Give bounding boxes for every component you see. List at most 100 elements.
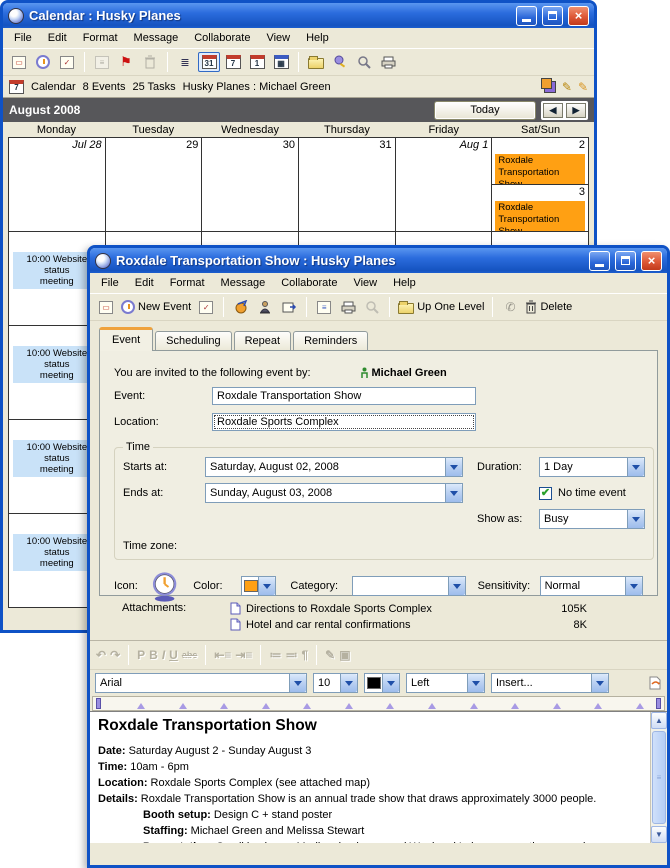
tab-stop-marker[interactable] xyxy=(262,703,270,709)
multi-week-view-button[interactable]: ▦ xyxy=(270,52,292,72)
category-combobox[interactable] xyxy=(352,576,465,596)
edit-pencil-icon[interactable]: ✎ xyxy=(562,80,572,94)
duration-combobox[interactable]: 1 Day xyxy=(539,457,645,477)
chevron-down-icon[interactable] xyxy=(445,484,462,502)
day-view-button[interactable]: 1 xyxy=(246,52,268,72)
chevron-down-icon[interactable] xyxy=(627,510,644,528)
tab-stop-marker[interactable] xyxy=(386,703,394,709)
chevron-down-icon[interactable] xyxy=(340,674,357,692)
tab-stop-marker[interactable] xyxy=(553,703,561,709)
new-task-icon[interactable]: ✓ xyxy=(56,52,78,72)
chevron-down-icon[interactable] xyxy=(467,674,484,692)
reply-icon[interactable] xyxy=(230,297,252,317)
chevron-down-icon[interactable] xyxy=(591,674,608,692)
show-as-combobox[interactable]: Busy xyxy=(539,509,645,529)
up-one-level-button[interactable]: Up One Level xyxy=(396,297,486,317)
message-body-editor[interactable]: Roxdale Transportation Show Date: Saturd… xyxy=(90,711,667,843)
forward-icon[interactable] xyxy=(278,297,300,317)
day-cell-aug1[interactable]: Aug 1 xyxy=(396,138,493,232)
font-size-combobox[interactable]: 10 xyxy=(313,673,358,693)
day-cell-30[interactable]: 30 xyxy=(202,138,299,232)
close-button[interactable]: × xyxy=(568,6,589,26)
signature-pen-icon[interactable]: ✎ xyxy=(578,80,588,94)
tab-stop-marker[interactable] xyxy=(511,703,519,709)
new-appointment-icon[interactable]: ▭ xyxy=(95,297,117,317)
location-input[interactable]: Roxdale Sports Complex xyxy=(212,413,476,431)
new-event-button[interactable]: New Event xyxy=(119,297,193,317)
day-cell-jul28[interactable]: Jul 28 xyxy=(9,138,106,232)
message-body-document[interactable]: Roxdale Transportation Show Date: Saturd… xyxy=(90,712,650,843)
ends-at-combobox[interactable]: Sunday, August 03, 2008 xyxy=(205,483,463,503)
menu-edit[interactable]: Edit xyxy=(127,275,162,291)
list-view-icon[interactable]: ≣ xyxy=(174,52,196,72)
chevron-down-icon[interactable] xyxy=(448,577,465,595)
maximize-button[interactable] xyxy=(542,6,563,26)
chevron-down-icon[interactable] xyxy=(258,577,275,595)
new-task-icon[interactable]: ✓ xyxy=(195,297,217,317)
previous-month-button[interactable]: ◀ xyxy=(543,103,563,118)
delete-button[interactable]: Delete xyxy=(523,297,574,317)
tab-scheduling[interactable]: Scheduling xyxy=(155,331,231,350)
flag-icon[interactable]: ⚑ xyxy=(115,52,137,72)
tab-stop-marker[interactable] xyxy=(428,703,436,709)
tab-reminders[interactable]: Reminders xyxy=(293,331,368,350)
new-appointment-icon[interactable]: ▭ xyxy=(8,52,30,72)
menu-help[interactable]: Help xyxy=(385,275,424,291)
new-event-icon[interactable] xyxy=(32,52,54,72)
menu-view[interactable]: View xyxy=(258,30,298,46)
event-titlebar[interactable]: Roxdale Transportation Show : Husky Plan… xyxy=(90,248,667,273)
scroll-down-icon[interactable]: ▼ xyxy=(651,826,667,843)
chevron-down-icon[interactable] xyxy=(627,458,644,476)
day-cell-aug3[interactable]: 3 Roxdale Transportation Show xyxy=(492,185,588,232)
menu-file[interactable]: File xyxy=(93,275,127,291)
tab-stop-marker[interactable] xyxy=(137,703,145,709)
calendar-event-roxdale-sat[interactable]: Roxdale Transportation Show xyxy=(494,153,586,185)
event-clock-icon[interactable] xyxy=(150,570,179,602)
properties-icon[interactable]: ≡ xyxy=(313,297,335,317)
menu-format[interactable]: Format xyxy=(75,30,126,46)
search-icon[interactable] xyxy=(353,52,375,72)
tab-stop-marker[interactable] xyxy=(303,703,311,709)
next-month-button[interactable]: ▶ xyxy=(566,103,586,118)
tab-stop-marker[interactable] xyxy=(179,703,187,709)
color-combobox[interactable] xyxy=(241,576,276,596)
chevron-down-icon[interactable] xyxy=(289,674,306,692)
categories-icon[interactable] xyxy=(544,81,556,93)
font-color-combobox[interactable] xyxy=(364,673,400,693)
scroll-up-icon[interactable]: ▲ xyxy=(651,712,667,729)
invite-attendee-icon[interactable] xyxy=(254,297,276,317)
tab-repeat[interactable]: Repeat xyxy=(234,331,291,350)
menu-message[interactable]: Message xyxy=(126,30,187,46)
insert-combobox[interactable]: Insert... xyxy=(491,673,609,693)
menu-format[interactable]: Format xyxy=(162,275,213,291)
day-cell-aug2[interactable]: 2 Roxdale Transportation Show xyxy=(492,138,588,185)
calendar-titlebar[interactable]: Calendar : Husky Planes × xyxy=(3,3,594,28)
week-view-button[interactable]: 7 xyxy=(222,52,244,72)
left-margin-marker[interactable] xyxy=(96,698,101,709)
minimize-button[interactable] xyxy=(589,251,610,271)
chevron-down-icon[interactable] xyxy=(445,458,462,476)
tab-stop-marker[interactable] xyxy=(345,703,353,709)
day-cell-29[interactable]: 29 xyxy=(106,138,203,232)
menu-file[interactable]: File xyxy=(6,30,40,46)
tab-stop-marker[interactable] xyxy=(470,703,478,709)
font-family-combobox[interactable]: Arial xyxy=(95,673,307,693)
menu-message[interactable]: Message xyxy=(213,275,274,291)
menu-help[interactable]: Help xyxy=(298,30,337,46)
close-button[interactable]: × xyxy=(641,251,662,271)
quick-insert-icon[interactable] xyxy=(648,676,662,690)
up-one-level-icon[interactable] xyxy=(305,52,327,72)
tab-event[interactable]: Event xyxy=(99,327,153,351)
day-cell-31[interactable]: 31 xyxy=(299,138,396,232)
starts-at-combobox[interactable]: Saturday, August 02, 2008 xyxy=(205,457,463,477)
chevron-down-icon[interactable] xyxy=(625,577,642,595)
sensitivity-combobox[interactable]: Normal xyxy=(540,576,643,596)
menu-collaborate[interactable]: Collaborate xyxy=(186,30,258,46)
menu-collaborate[interactable]: Collaborate xyxy=(273,275,345,291)
today-button[interactable]: Today xyxy=(435,102,535,119)
print-icon[interactable] xyxy=(377,52,399,72)
vertical-scrollbar[interactable]: ▲ ≡ ▼ xyxy=(650,712,667,843)
menu-view[interactable]: View xyxy=(345,275,385,291)
calendar-event-roxdale-sun[interactable]: Roxdale Transportation Show xyxy=(494,200,586,232)
scrollbar-thumb[interactable]: ≡ xyxy=(652,731,666,824)
